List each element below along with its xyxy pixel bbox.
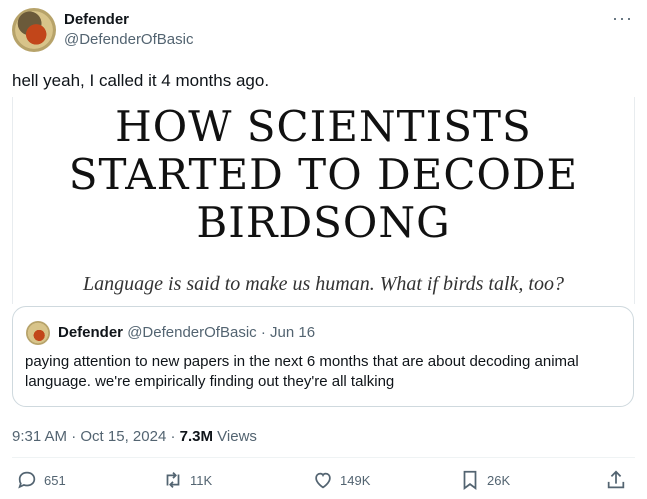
tweet-media-image[interactable]: HOW SCIENTISTS STARTED TO DECODE BIRDSON… [12,97,635,304]
like-count: 149K [340,472,371,488]
media-title: HOW SCIENTISTS STARTED TO DECODE BIRDSON… [13,103,634,247]
action-bar: 651 11K 149K 26K [12,466,635,494]
repost-button[interactable]: 11K [162,466,212,494]
avatar[interactable] [12,8,56,52]
bookmark-count: 26K [487,472,511,488]
quoted-tweet[interactable]: Defender @DefenderOfBasic · Jun 16 payin… [12,306,634,407]
divider [12,457,635,458]
media-subtitle: Language is said to make us human. What … [83,273,564,295]
quote-avatar [26,321,50,345]
tweet-date[interactable]: Oct 15, 2024 [80,428,166,445]
like-button[interactable]: 149K [312,466,370,494]
share-icon [607,470,625,489]
media-title-line: BIRDSONG [196,198,451,247]
quote-display-name: Defender [58,324,124,341]
quote-handle: @DefenderOfBasic [127,324,257,341]
reply-count: 651 [44,472,66,488]
tweet-text: hell yeah, I called it 4 months ago. [12,71,270,90]
author-handle[interactable]: @DefenderOfBasic [64,30,193,50]
author-display-name[interactable]: Defender [64,10,193,30]
quote-header: Defender @DefenderOfBasic · Jun 16 [58,323,315,343]
tweet-header: Defender @DefenderOfBasic ··· [12,8,635,56]
like-icon [315,472,331,489]
bookmark-button[interactable]: 26K [459,466,510,494]
views-label: Views [217,428,257,445]
tweet-time[interactable]: 9:31 AM [12,428,67,445]
repost-count: 11K [190,472,213,488]
media-title-line: STARTED TO DECODE [68,150,579,199]
reply-icon [18,471,36,489]
repost-icon [166,472,180,488]
author-names: Defender @DefenderOfBasic [64,10,193,50]
meta-separator: · [170,428,176,445]
share-button[interactable] [605,466,633,494]
quote-separator: · [260,324,266,341]
reply-button[interactable]: 651 [16,466,66,494]
views-count: 7.3M [179,428,213,445]
meta-separator: · [71,428,77,445]
media-title-line: HOW SCIENTISTS [115,102,532,151]
bookmark-icon [463,470,477,490]
tweet-meta: 9:31 AM · Oct 15, 2024 · 7.3M Views [12,427,257,447]
quote-text: paying attention to new papers in the ne… [25,353,579,390]
more-icon[interactable]: ··· [612,8,633,28]
quote-date: Jun 16 [270,324,316,341]
